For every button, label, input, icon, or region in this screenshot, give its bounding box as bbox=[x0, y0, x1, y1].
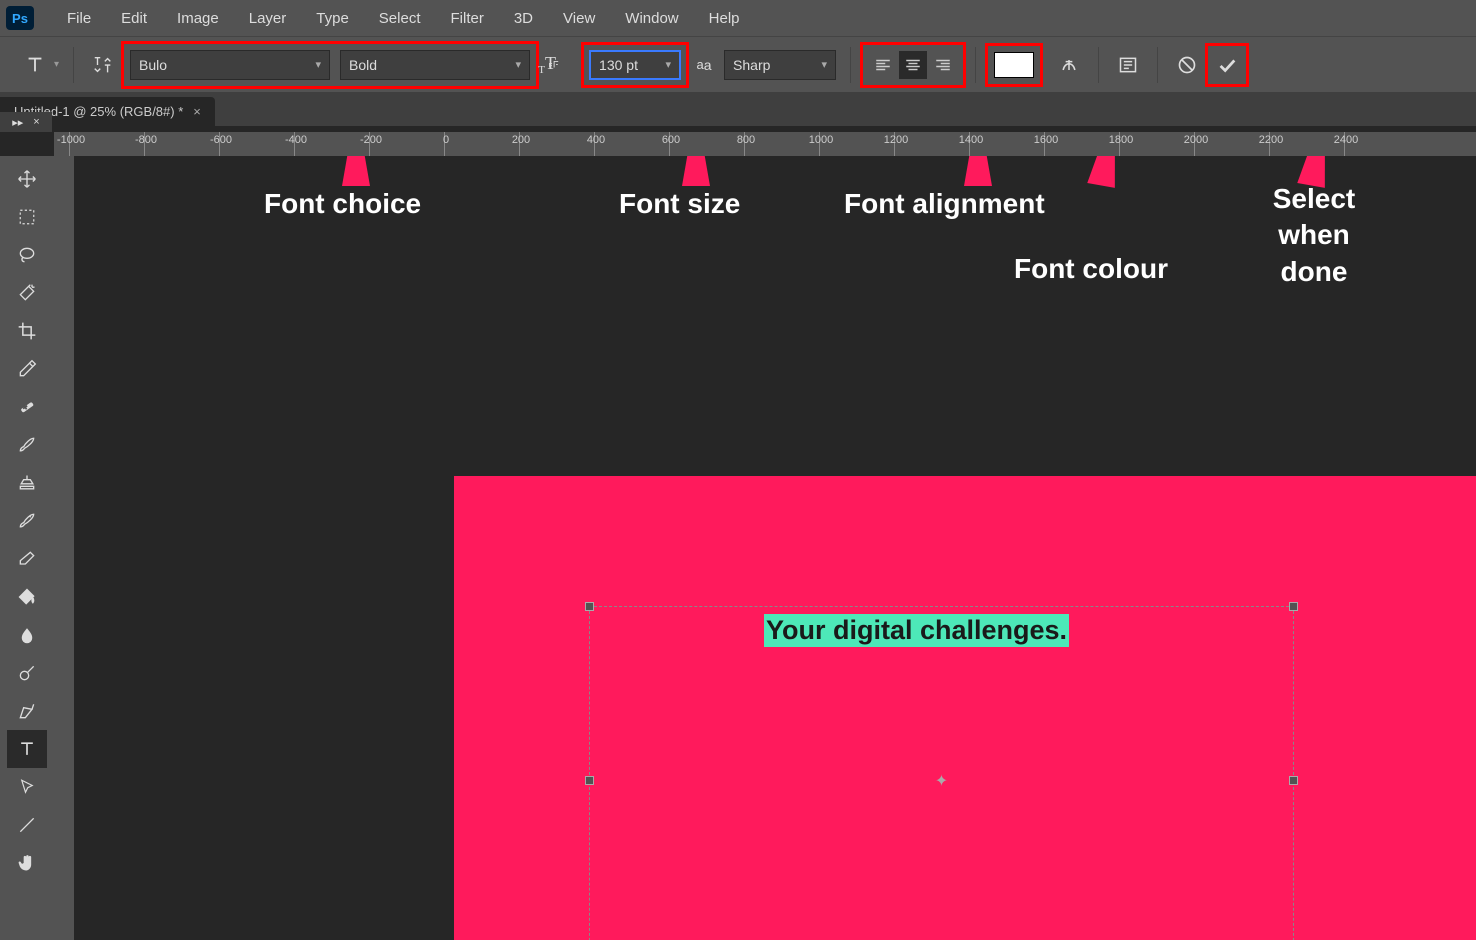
selected-text[interactable]: Your digital challenges. bbox=[764, 614, 1069, 647]
pen-tool-icon[interactable] bbox=[7, 692, 47, 730]
font-size-icon: T T bbox=[548, 50, 578, 80]
antialias-dropdown[interactable]: Sharp ▾ bbox=[724, 50, 836, 80]
app-logo: Ps bbox=[6, 6, 34, 30]
clone-stamp-tool-icon[interactable] bbox=[7, 464, 47, 502]
resize-handle[interactable] bbox=[1289, 776, 1298, 785]
menu-file[interactable]: File bbox=[52, 0, 106, 36]
expand-icon: ▸▸ bbox=[12, 116, 23, 129]
annotation-label: Select when done bbox=[1259, 181, 1369, 290]
resize-handle[interactable] bbox=[1289, 602, 1298, 611]
blur-tool-icon[interactable] bbox=[7, 616, 47, 654]
line-tool-icon[interactable] bbox=[7, 806, 47, 844]
close-icon[interactable]: × bbox=[193, 104, 201, 119]
text-orientation-toggle-icon[interactable] bbox=[88, 50, 118, 80]
annotation-label: Font colour bbox=[1014, 251, 1168, 287]
hand-tool-icon[interactable] bbox=[7, 844, 47, 882]
eyedropper-tool-icon[interactable] bbox=[7, 350, 47, 388]
move-tool-icon[interactable] bbox=[7, 160, 47, 198]
annotation-arrow-icon bbox=[964, 156, 992, 186]
type-tool-icon[interactable] bbox=[7, 730, 47, 768]
document-tabs: Untitled-1 @ 25% (RGB/8#) * × bbox=[0, 92, 1476, 126]
commit-check-icon[interactable] bbox=[1212, 50, 1242, 80]
character-panel-icon[interactable] bbox=[1113, 50, 1143, 80]
magic-wand-tool-icon[interactable] bbox=[7, 274, 47, 312]
commit-group bbox=[1210, 48, 1244, 82]
ruler-vertical bbox=[54, 156, 74, 940]
antialias-value: Sharp bbox=[733, 57, 770, 73]
options-bar: ▾ Bulo ▾ Bold ▾ T T 130 pt ▾ aa Sharp ▾ bbox=[0, 36, 1476, 92]
paint-bucket-tool-icon[interactable] bbox=[7, 578, 47, 616]
eraser-tool-icon[interactable] bbox=[7, 540, 47, 578]
menu-type[interactable]: Type bbox=[301, 0, 364, 36]
annotation-label: Font alignment bbox=[844, 186, 1045, 222]
chevron-down-icon: ▾ bbox=[316, 58, 322, 71]
chevron-down-icon: ▾ bbox=[666, 58, 672, 71]
align-center-button[interactable] bbox=[899, 51, 927, 79]
font-style-value: Bold bbox=[349, 57, 377, 73]
resize-handle[interactable] bbox=[585, 602, 594, 611]
align-right-button[interactable] bbox=[929, 51, 957, 79]
tools-panel bbox=[0, 156, 54, 940]
warp-text-icon[interactable] bbox=[1054, 50, 1084, 80]
annotation-label: Font choice bbox=[264, 186, 421, 222]
antialias-icon: aa bbox=[692, 50, 716, 80]
menu-layer[interactable]: Layer bbox=[234, 0, 302, 36]
font-style-dropdown[interactable]: Bold ▾ bbox=[340, 50, 530, 80]
menu-help[interactable]: Help bbox=[694, 0, 755, 36]
crop-tool-icon[interactable] bbox=[7, 312, 47, 350]
annotation-label: Font size bbox=[619, 186, 740, 222]
type-tool-indicator-icon[interactable] bbox=[20, 50, 50, 80]
menu-select[interactable]: Select bbox=[364, 0, 436, 36]
close-icon[interactable]: × bbox=[33, 116, 39, 128]
menu-image[interactable]: Image bbox=[162, 0, 234, 36]
dodge-tool-icon[interactable] bbox=[7, 654, 47, 692]
alignment-group bbox=[865, 47, 961, 83]
panel-flyout-strip[interactable]: ▸▸ × bbox=[0, 112, 52, 132]
font-size-value: 130 pt bbox=[599, 57, 638, 73]
font-size-group: 130 pt ▾ bbox=[586, 47, 684, 83]
annotation-arrow-icon bbox=[1087, 156, 1128, 188]
ruler-horizontal: -1000-800-600-400-2000200400600800100012… bbox=[54, 132, 1476, 156]
annotation-arrow-icon bbox=[682, 156, 710, 186]
menu-bar: Ps File Edit Image Layer Type Select Fil… bbox=[0, 0, 1476, 36]
text-color-swatch[interactable] bbox=[994, 52, 1034, 78]
cancel-icon[interactable] bbox=[1172, 50, 1202, 80]
menu-window[interactable]: Window bbox=[610, 0, 693, 36]
menu-3d[interactable]: 3D bbox=[499, 0, 548, 36]
tool-preset-arrow-icon[interactable]: ▾ bbox=[54, 59, 59, 70]
history-brush-tool-icon[interactable] bbox=[7, 502, 47, 540]
font-family-dropdown[interactable]: Bulo ▾ bbox=[130, 50, 330, 80]
font-choice-group: Bulo ▾ Bold ▾ bbox=[126, 46, 534, 84]
menu-edit[interactable]: Edit bbox=[106, 0, 162, 36]
align-left-button[interactable] bbox=[869, 51, 897, 79]
center-marker-icon: ✦ bbox=[935, 774, 949, 788]
chevron-down-icon: ▾ bbox=[516, 58, 522, 71]
chevron-down-icon: ▾ bbox=[822, 58, 828, 71]
menu-view[interactable]: View bbox=[548, 0, 610, 36]
canvas-area[interactable]: ✦ Your digital challenges. Font choice F… bbox=[74, 156, 1476, 940]
annotation-arrow-icon bbox=[342, 156, 370, 186]
healing-brush-tool-icon[interactable] bbox=[7, 388, 47, 426]
brush-tool-icon[interactable] bbox=[7, 426, 47, 464]
font-family-value: Bulo bbox=[139, 57, 167, 73]
path-selection-tool-icon[interactable] bbox=[7, 768, 47, 806]
font-size-dropdown[interactable]: 130 pt ▾ bbox=[589, 50, 681, 80]
lasso-tool-icon[interactable] bbox=[7, 236, 47, 274]
text-bounding-box[interactable]: ✦ bbox=[589, 606, 1294, 940]
color-swatch-group bbox=[990, 48, 1038, 82]
resize-handle[interactable] bbox=[585, 776, 594, 785]
marquee-tool-icon[interactable] bbox=[7, 198, 47, 236]
menu-filter[interactable]: Filter bbox=[436, 0, 499, 36]
